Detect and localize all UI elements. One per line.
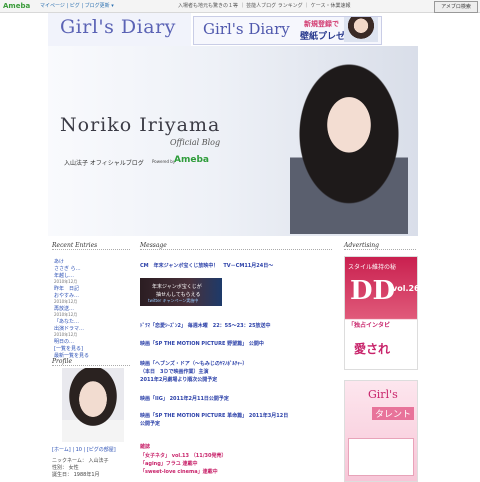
message-text: 雑誌 [140,444,151,450]
campaign-text-1: 年末ジャンボ宝くじが [152,284,202,290]
message-text: 映画「IIG」 2011年2月11日公開予定 [140,396,229,402]
top-news-ticker[interactable]: 入場者も地元も驚きの１等 ｜ 芸能人ブログ ランキング ｜ ケース・休業速報 [178,2,351,9]
top-nav-links[interactable]: マイページ | ピグ | ブログ更新 ▾ [40,2,114,9]
message-item[interactable]: 映画「SP THE MOTION PICTURE 野望篇」 公開中 [140,340,264,347]
hero-subtitle: Official Blog [170,138,221,147]
recent-entry-link[interactable]: 出演ドラマ… [54,325,84,332]
recent-entry-link[interactable]: 再放送… [54,305,74,312]
recent-entry-link[interactable]: [一覧を見る] [54,345,83,352]
banner-title: Girl's Diary [203,20,290,38]
message-heading: Message [140,242,332,250]
message-text: 2011年2月劇場より順次公開予定 [140,377,218,383]
message-item[interactable]: 公開予定 [140,420,160,427]
ad1-headline: 愛され [354,342,391,356]
message-item[interactable]: 「sweet-love cinema」連載中 [140,468,218,475]
ad1-top-text: スタイル維持の秘 [348,264,397,271]
message-item[interactable]: 映画「SP THE MOTION PICTURE 革命篇」 2011年3月12日 [140,412,288,419]
hero-portrait [290,52,408,234]
right-margin [418,46,480,480]
hero-jp-title: 入山法子 オフィシャルブログ [64,160,144,167]
profile-links[interactable]: [ホーム] | 10 | [ピグの部屋] [52,446,116,453]
message-text: ﾄﾞﾗﾏ「恋愛ｼｰｽﾞﾝ2」 毎週木曜 22：55～23：25放送中 [140,323,271,329]
profile-heading: Profile [52,358,130,366]
message-text: 映画「SP THE MOTION PICTURE 野望篇」 公開中 [140,341,264,347]
profile-nickname: ニックネーム： 入山法子 [52,458,109,464]
message-text: CM 年末ジャンボ宝くじ放映中！ TV－CM11月24日～ [140,263,274,269]
message-text: 公開予定 [140,421,161,427]
banner-line1: 新規登録で [304,20,339,28]
ad1-volume: vol.26 [392,284,420,293]
message-item[interactable]: 映画「IIG」 2011年2月11日公開予定 [140,395,229,402]
ameba-brand[interactable]: Ameba [174,155,209,165]
profile-gender: 性別： 女性 [52,465,79,471]
ameba-logo[interactable]: Ameba [3,2,30,10]
recent-entry-link[interactable]: 昨年 日記 [54,285,79,292]
campaign-text-2: 抽せんしてもらえる [156,292,201,298]
ad1-logo: DD [350,276,396,306]
message-text: 映画「ヘブンズ・ドア（～もみじのﾔﾏﾉﾎﾞﾙﾁｬｰ） [140,361,248,367]
message-item[interactable]: CM 年末ジャンボ宝くじ放映中！ TV－CM11月24日～ [140,262,273,269]
ad2-title: Girl's [368,388,398,401]
message-item[interactable]: 「女子ネタ」 vol.13 （11/30発売） [140,452,227,459]
powered-by-label: Powered by [152,159,176,164]
message-text: 「aging」フラユ 連載中 [140,461,198,467]
message-item[interactable]: （本日 3Ｄで映画作業）主演 [140,368,208,375]
message-text: 「sweet-love cinema」連載中 [140,469,218,475]
recent-entries-heading: Recent Entries [52,242,130,250]
campaign-text-3: twitter キャンペーン実施中 [148,298,199,303]
site-title[interactable]: Girl's Diary [60,16,176,38]
recent-entry-link[interactable]: あけ [54,258,64,265]
profile-photo[interactable] [62,368,124,442]
ad2-subtitle: タレント [372,407,415,420]
ad1-interview-text: 「独占インタビ [348,322,391,329]
recent-entry-link[interactable]: 年越し… [54,272,74,279]
message-text: 映画「SP THE MOTION PICTURE 革命篇」 2011年3月12日 [140,413,289,419]
message-item[interactable]: ﾄﾞﾗﾏ「恋愛ｼｰｽﾞﾝ2」 毎週木曜 22：55～23：25放送中 [140,322,271,329]
recent-entry-link[interactable]: 明日の… [54,338,74,345]
message-item[interactable]: 「aging」フラユ 連載中 [140,460,198,467]
message-item[interactable]: 雑誌 [140,443,150,450]
banner-photo [344,17,378,42]
recent-entry-link[interactable]: 「あなた… [54,318,79,325]
advertising-heading: Advertising [344,242,416,250]
message-item[interactable]: 映画「ヘブンズ・ドア（～もみじのﾔﾏﾉﾎﾞﾙﾁｬｰ） [140,360,247,367]
ad2-image-strip [348,438,414,476]
main-column [136,236,336,480]
hero-name: Noriko Iriyama [60,114,221,136]
message-text: 「女子ネタ」 vol.13 （11/30発売） [140,453,227,459]
recent-entry-link[interactable]: おやすみ… [54,292,79,299]
recent-entry-link[interactable]: ささぎ ら… [54,265,81,272]
ameblo-search-button[interactable]: アメブロ検索 [434,1,478,13]
profile-birthday: 誕生日： 1988年1月 [52,472,100,478]
message-text: （本日 3Ｄで映画作業）主演 [140,369,209,375]
message-item[interactable]: 2011年2月劇場より順次公開予定 [140,376,217,383]
